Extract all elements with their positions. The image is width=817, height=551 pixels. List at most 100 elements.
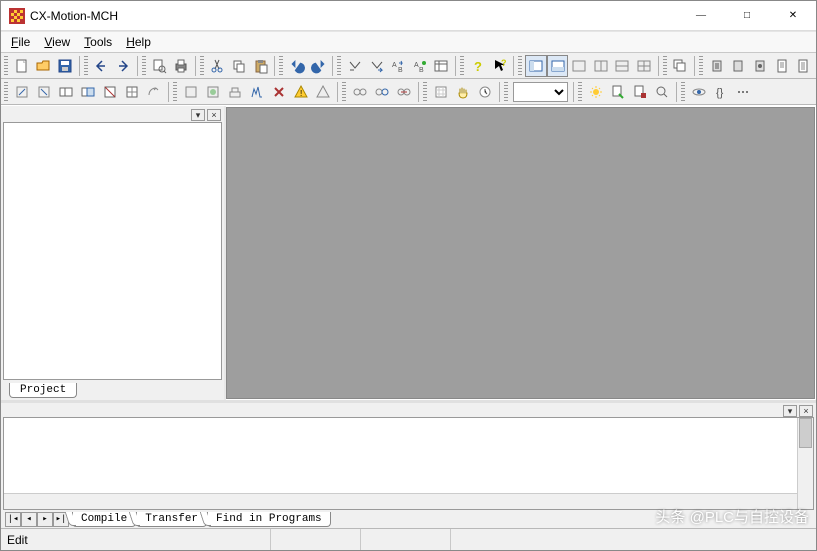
tool-b1-icon[interactable] <box>180 81 202 103</box>
view5-icon[interactable] <box>612 55 634 77</box>
menu-file[interactable]: File <box>5 33 36 51</box>
print-icon[interactable] <box>170 55 192 77</box>
view6-icon[interactable] <box>633 55 655 77</box>
toolbar-grip[interactable] <box>342 82 346 102</box>
brace-icon[interactable]: {} <box>710 81 732 103</box>
undo-icon[interactable] <box>286 55 308 77</box>
print-preview-icon[interactable] <box>149 55 171 77</box>
minimize-button[interactable]: — <box>678 1 724 31</box>
panel-close-icon[interactable]: × <box>799 405 813 417</box>
watch-icon[interactable] <box>688 81 710 103</box>
find-next-icon[interactable] <box>366 55 388 77</box>
toolbar-grip[interactable] <box>699 56 703 76</box>
arrow-right-icon[interactable] <box>112 55 134 77</box>
toolbar-grip[interactable] <box>337 56 341 76</box>
toolbar-grip[interactable] <box>460 56 464 76</box>
tab-compile[interactable]: Compile <box>72 512 136 527</box>
view4-icon[interactable] <box>590 55 612 77</box>
mem3-icon[interactable] <box>749 55 771 77</box>
toolbar-grip[interactable] <box>142 56 146 76</box>
redo-icon[interactable] <box>308 55 330 77</box>
find-icon[interactable] <box>344 55 366 77</box>
link3-icon[interactable] <box>393 81 415 103</box>
toolbar-grip[interactable] <box>681 82 685 102</box>
toolbar-grip[interactable] <box>504 82 508 102</box>
doc1-icon[interactable] <box>771 55 793 77</box>
toolbar-grip[interactable] <box>663 56 667 76</box>
find-prog-icon[interactable] <box>651 81 673 103</box>
toolbar-grip[interactable] <box>518 56 522 76</box>
copy-icon[interactable] <box>228 55 250 77</box>
cut-icon[interactable] <box>207 55 229 77</box>
status-cell-3 <box>361 529 451 550</box>
tab-next-icon[interactable]: ▸ <box>37 512 53 527</box>
tool-a1-icon[interactable] <box>11 81 33 103</box>
scrollbar-vertical[interactable] <box>797 418 813 509</box>
warning2-icon[interactable] <box>312 81 334 103</box>
help-icon[interactable]: ? <box>467 55 489 77</box>
toolbar-grip[interactable] <box>423 82 427 102</box>
link2-icon[interactable] <box>371 81 393 103</box>
tab-find[interactable]: Find in Programs <box>207 512 331 527</box>
mem2-icon[interactable] <box>728 55 750 77</box>
open-icon[interactable] <box>33 55 55 77</box>
toolbar-grip[interactable] <box>279 56 283 76</box>
panel-close-icon[interactable]: × <box>207 109 221 121</box>
status-mode: Edit <box>1 529 271 550</box>
warning-icon[interactable]: ! <box>290 81 312 103</box>
doc2-icon[interactable] <box>792 55 814 77</box>
toolbar-grip[interactable] <box>173 82 177 102</box>
toolbar-grip[interactable] <box>84 56 88 76</box>
delete-icon[interactable] <box>268 81 290 103</box>
tab-first-icon[interactable]: |◂ <box>5 512 21 527</box>
view-project-icon[interactable] <box>525 55 547 77</box>
maximize-button[interactable]: □ <box>724 1 770 31</box>
tool-a4-icon[interactable] <box>77 81 99 103</box>
link1-icon[interactable] <box>349 81 371 103</box>
output-text[interactable] <box>3 417 814 510</box>
cascade-icon[interactable] <box>670 55 692 77</box>
tool-a2-icon[interactable] <box>33 81 55 103</box>
toolbar-grip[interactable] <box>578 82 582 102</box>
props-icon[interactable] <box>431 55 453 77</box>
toolbar-grip[interactable] <box>4 82 8 102</box>
tool-b3-icon[interactable] <box>224 81 246 103</box>
scrollbar-horizontal[interactable] <box>4 493 797 509</box>
context-help-icon[interactable]: ? <box>489 55 511 77</box>
panel-dropdown-icon[interactable]: ▾ <box>191 109 205 121</box>
replace-icon[interactable]: AB <box>388 55 410 77</box>
tab-prev-icon[interactable]: ◂ <box>21 512 37 527</box>
toolbar-grip[interactable] <box>4 56 8 76</box>
close-button[interactable]: ✕ <box>770 1 816 31</box>
run-icon[interactable] <box>607 81 629 103</box>
stop-icon[interactable] <box>629 81 651 103</box>
tool-b2-icon[interactable] <box>202 81 224 103</box>
tab-project[interactable]: Project <box>9 383 77 398</box>
view3-icon[interactable] <box>568 55 590 77</box>
sun-icon[interactable] <box>585 81 607 103</box>
bookmark-icon[interactable]: AB <box>409 55 431 77</box>
new-icon[interactable] <box>11 55 33 77</box>
panel-dropdown-icon[interactable]: ▾ <box>783 405 797 417</box>
project-tree[interactable] <box>3 122 222 380</box>
view-output-icon[interactable] <box>547 55 569 77</box>
menu-help[interactable]: Help <box>120 33 157 51</box>
menu-view[interactable]: View <box>38 33 76 51</box>
mem1-icon[interactable] <box>706 55 728 77</box>
save-icon[interactable] <box>54 55 76 77</box>
arrow-left-icon[interactable] <box>91 55 113 77</box>
grid-icon[interactable] <box>430 81 452 103</box>
tool-a6-icon[interactable] <box>121 81 143 103</box>
tool-a5-icon[interactable] <box>99 81 121 103</box>
tab-transfer[interactable]: Transfer <box>136 512 207 527</box>
clock-icon[interactable] <box>474 81 496 103</box>
hand-icon[interactable] <box>452 81 474 103</box>
toolbar-grip[interactable] <box>200 56 204 76</box>
zoom-combo[interactable] <box>513 82 568 102</box>
tool-b4-icon[interactable] <box>246 81 268 103</box>
more-icon[interactable] <box>732 81 754 103</box>
paste-icon[interactable] <box>250 55 272 77</box>
tool-a3-icon[interactable] <box>55 81 77 103</box>
tool-a7-icon[interactable] <box>143 81 165 103</box>
menu-tools[interactable]: Tools <box>78 33 118 51</box>
